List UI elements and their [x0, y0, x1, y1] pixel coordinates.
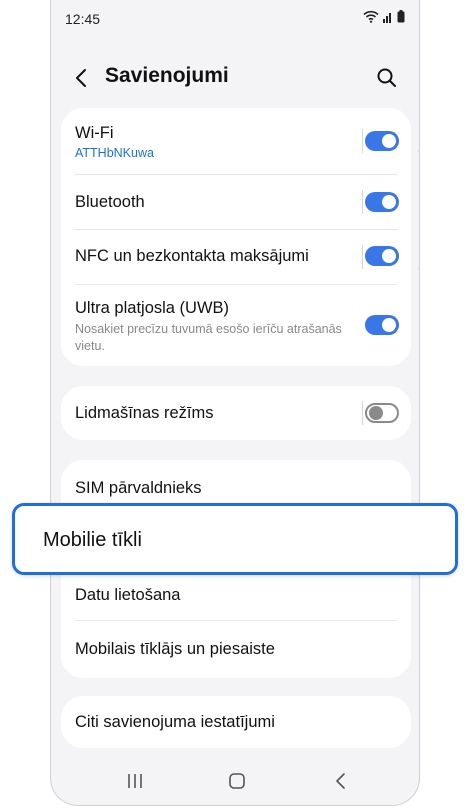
battery-icon [397, 10, 405, 23]
status-time: 12:45 [65, 11, 101, 27]
data-usage-label: Datu lietošana [75, 586, 181, 604]
separator [362, 401, 363, 425]
phone-side-edge [416, 150, 420, 270]
uwb-row[interactable]: Ultra platjosla (UWB) Nosakiet precīzu t… [61, 285, 411, 365]
separator [362, 190, 363, 214]
wifi-row[interactable]: Wi-Fi ATTHbNKuwa [61, 108, 411, 174]
hotspot-row[interactable]: Mobilais tīklājs un piesaiste [61, 621, 411, 677]
wifi-icon [363, 10, 379, 23]
separator [362, 245, 363, 269]
home-icon [229, 773, 245, 789]
wifi-label: Wi-Fi [75, 124, 114, 142]
navigation-bar [51, 755, 419, 805]
separator [362, 129, 363, 153]
phone-screen: 12:45 Savienojumi Wi-Fi ATTHbNKuwa Bluet… [50, 0, 420, 806]
wifi-network-name: ATTHbNKuwa [75, 146, 154, 160]
back-button[interactable] [71, 64, 95, 92]
mobile-networks-button[interactable]: Mobilie tīkli [12, 503, 458, 575]
bluetooth-row[interactable]: Bluetooth [61, 175, 411, 229]
header: Savienojumi [51, 56, 419, 100]
status-bar: 12:45 [51, 0, 419, 36]
uwb-toggle[interactable] [365, 315, 399, 335]
sim-manager-label: SIM pārvaldnieks [75, 479, 202, 497]
page-title: Savienojumi [105, 64, 229, 87]
bluetooth-label: Bluetooth [75, 193, 145, 211]
wifi-toggle[interactable] [365, 131, 399, 151]
search-icon [377, 68, 396, 87]
nav-back-button[interactable] [327, 767, 355, 795]
hotspot-label: Mobilais tīklājs un piesaiste [75, 640, 275, 658]
status-icons [363, 10, 405, 23]
signal-icon [383, 12, 391, 23]
bluetooth-toggle[interactable] [365, 192, 399, 212]
airplane-row[interactable]: Lidmašīnas režīms [61, 386, 411, 440]
nfc-row[interactable]: NFC un bezkontakta maksājumi [61, 230, 411, 284]
more-settings-card: Citi savienojuma iestatījumi [61, 696, 411, 748]
back-arrow-icon [76, 69, 86, 87]
search-button[interactable] [373, 64, 401, 92]
data-usage-row[interactable]: Datu lietošana [61, 576, 411, 620]
mobile-networks-label: Mobilie tīkli [43, 529, 142, 551]
airplane-toggle[interactable] [365, 403, 399, 423]
more-settings-label: Citi savienojuma iestatījumi [75, 713, 275, 731]
airplane-label: Lidmašīnas režīms [75, 404, 214, 422]
recents-icon [128, 774, 142, 788]
uwb-label: Ultra platjosla (UWB) [75, 299, 230, 317]
home-button[interactable] [223, 767, 251, 795]
airplane-card: Lidmašīnas režīms [61, 386, 411, 440]
uwb-description: Nosakiet precīzu tuvumā esošo ierīču atr… [75, 322, 342, 353]
nav-back-icon [336, 773, 345, 789]
recents-button[interactable] [121, 767, 149, 795]
nfc-toggle[interactable] [365, 246, 399, 266]
nfc-label: NFC un bezkontakta maksājumi [75, 247, 309, 265]
connections-card: Wi-Fi ATTHbNKuwa Bluetooth NFC un bezkon… [61, 108, 411, 366]
more-settings-row[interactable]: Citi savienojuma iestatījumi [61, 696, 411, 748]
